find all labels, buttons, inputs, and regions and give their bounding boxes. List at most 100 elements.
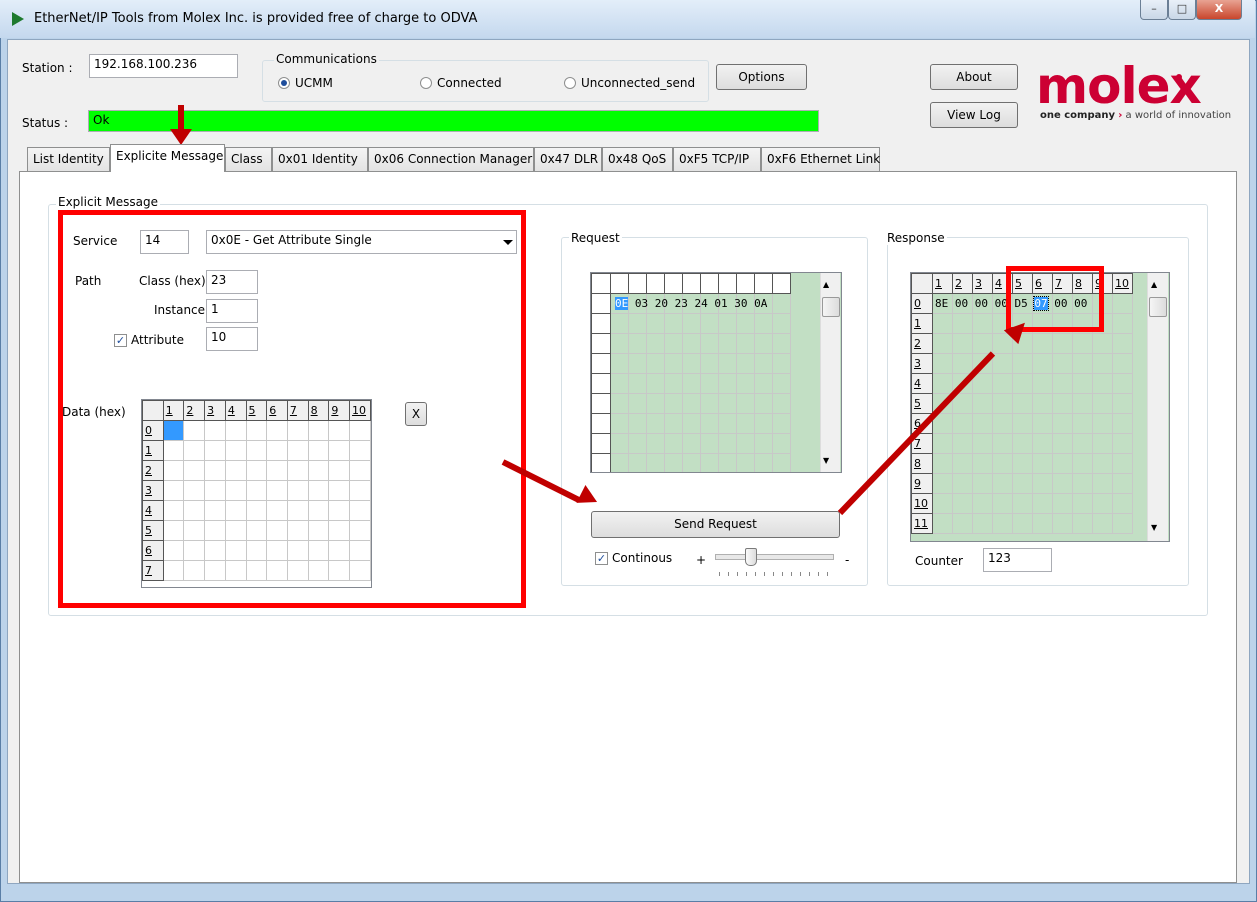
data-cell: [664, 333, 683, 354]
data-cell: [772, 313, 791, 334]
request-row0: 0E 03 20 23 24 01 30 0A: [615, 297, 767, 310]
continuous-checkbox[interactable]: ✓: [595, 552, 608, 565]
tab-explicit-message[interactable]: Explicite Message: [110, 144, 225, 172]
tab-connection-manager[interactable]: 0x06 Connection Manager: [368, 147, 534, 171]
data-cell: [1092, 393, 1113, 414]
data-cell: [700, 393, 719, 414]
tab-list-identity[interactable]: List Identity: [27, 147, 110, 171]
tagline-rest: a world of innovation: [1125, 110, 1232, 121]
speed-slider-thumb[interactable]: [745, 548, 757, 566]
row-header: [591, 413, 611, 434]
send-request-button[interactable]: Send Request: [591, 511, 840, 538]
data-cell: [718, 413, 737, 434]
data-cell: [1052, 333, 1073, 354]
row-header: [591, 333, 611, 354]
data-cell: [1092, 513, 1113, 534]
tab-class[interactable]: Class: [225, 147, 272, 171]
data-cell: [736, 313, 755, 334]
station-input[interactable]: 192.168.100.236: [89, 54, 238, 78]
data-cell: [700, 413, 719, 434]
data-cell: [952, 353, 973, 374]
data-cell: [610, 453, 629, 472]
tab-dlr[interactable]: 0x47 DLR: [534, 147, 602, 171]
data-cell: [646, 373, 665, 394]
request-scroll-thumb[interactable]: [822, 297, 840, 317]
data-cell: [932, 453, 953, 474]
data-cell: [1012, 473, 1033, 494]
response-scroll-thumb[interactable]: [1149, 297, 1167, 317]
data-cell: [1052, 393, 1073, 414]
row-header: 8: [911, 453, 933, 474]
data-cell: [772, 333, 791, 354]
data-cell: [700, 453, 719, 472]
data-cell: [1092, 373, 1113, 394]
view-log-button[interactable]: View Log: [930, 102, 1018, 128]
data-cell: [1072, 333, 1093, 354]
radio-connected[interactable]: [420, 77, 432, 89]
scroll-down-icon[interactable]: ▼: [823, 456, 829, 465]
request-grid[interactable]: 0E 03 20 23 24 01 30 0A ▲ ▼: [590, 272, 842, 473]
data-cell: [700, 313, 719, 334]
data-cell: [932, 333, 953, 354]
data-cell: [700, 333, 719, 354]
data-cell: [718, 373, 737, 394]
data-cell: [1012, 353, 1033, 374]
options-button[interactable]: Options: [716, 64, 807, 90]
data-cell: [1112, 413, 1133, 434]
radio-ucmm[interactable]: [278, 77, 290, 89]
molex-tagline: one company › a world of innovation: [1040, 110, 1231, 121]
scroll-down-icon[interactable]: ▼: [1151, 523, 1157, 532]
data-cell: [932, 513, 953, 534]
row-header: 11: [911, 513, 933, 534]
data-cell: [646, 393, 665, 414]
slider-ticks: [719, 572, 831, 576]
request-row0-rest: 03 20 23 24 01 30 0A: [628, 297, 768, 310]
tab-ethernet-link[interactable]: 0xF6 Ethernet Link: [761, 147, 880, 171]
data-cell: [736, 333, 755, 354]
data-cell: [1092, 433, 1113, 454]
data-cell: [718, 333, 737, 354]
data-cell: [664, 393, 683, 414]
data-cell: [932, 493, 953, 514]
data-cell: [1052, 453, 1073, 474]
data-cell: [628, 433, 647, 454]
row-header: 5: [911, 393, 933, 414]
request-selected-byte[interactable]: 0E: [615, 297, 629, 310]
data-cell: [718, 453, 737, 472]
data-cell: [1092, 473, 1113, 494]
radio-unconnected-send[interactable]: [564, 77, 576, 89]
about-button[interactable]: About: [930, 64, 1018, 90]
annotation-arrow-tab-head-icon: [170, 129, 192, 145]
data-cell: [736, 433, 755, 454]
row-header: 10: [911, 493, 933, 514]
data-cell: [718, 353, 737, 374]
data-cell: [610, 373, 629, 394]
data-cell: [664, 433, 683, 454]
radio-unconnected-send-label: Unconnected_send: [581, 76, 696, 90]
data-cell: [646, 333, 665, 354]
station-label: Station :: [22, 61, 73, 75]
data-cell: [992, 493, 1013, 514]
tab-qos[interactable]: 0x48 QoS: [602, 147, 673, 171]
grid-corner: [911, 273, 933, 294]
data-cell: [1052, 513, 1073, 534]
column-header: [700, 273, 719, 294]
data-cell: [1032, 413, 1053, 434]
minimize-button[interactable]: –: [1140, 0, 1168, 20]
data-cell: [736, 353, 755, 374]
tab-identity[interactable]: 0x01 Identity: [272, 147, 368, 171]
scroll-up-icon[interactable]: ▲: [1151, 280, 1157, 289]
column-header: 10: [1112, 273, 1133, 294]
speed-slider-track[interactable]: [715, 554, 834, 560]
close-button[interactable]: X: [1196, 0, 1242, 20]
tab-tcpip[interactable]: 0xF5 TCP/IP: [673, 147, 761, 171]
data-cell: [736, 453, 755, 472]
data-cell: [1112, 373, 1133, 394]
data-cell: [664, 313, 683, 334]
row-header: [591, 313, 611, 334]
data-cell: [1052, 473, 1073, 494]
continuous-label: Continous: [612, 551, 673, 565]
maximize-button[interactable]: □: [1168, 0, 1196, 20]
scroll-up-icon[interactable]: ▲: [823, 280, 829, 289]
data-cell: [972, 413, 993, 434]
